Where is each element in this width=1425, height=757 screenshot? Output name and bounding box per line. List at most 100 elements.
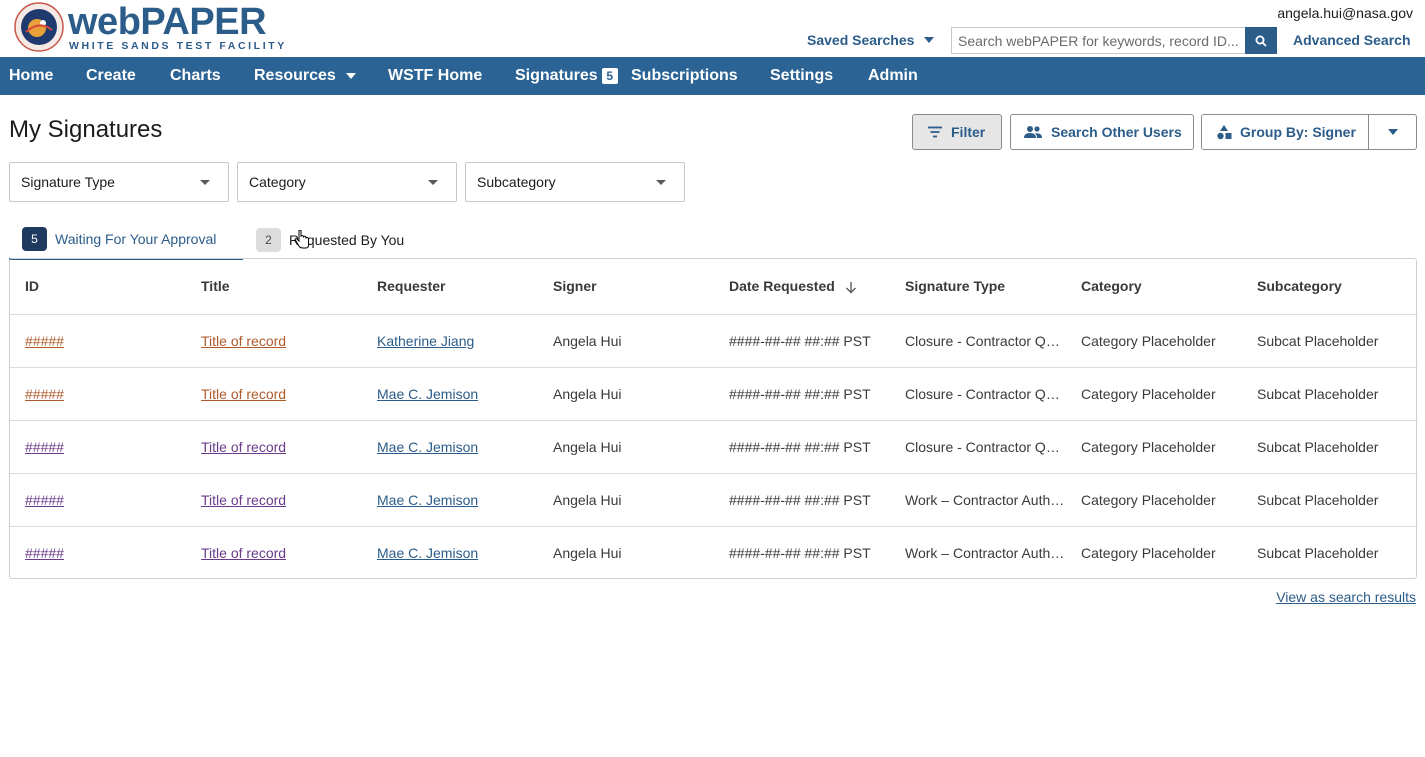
- logo-wordmark: webPAPER: [68, 1, 267, 43]
- sort-descending-icon: [845, 282, 856, 294]
- id-link[interactable]: #####: [25, 545, 64, 561]
- column-header-subcategory[interactable]: Subcategory: [1242, 259, 1418, 315]
- id-link[interactable]: #####: [25, 439, 64, 455]
- column-header-date-requested[interactable]: Date Requested: [714, 259, 890, 315]
- signature-type-select[interactable]: Signature Type: [9, 162, 229, 202]
- nav-item-settings[interactable]: Settings: [770, 57, 833, 95]
- id-link[interactable]: #####: [25, 333, 64, 349]
- wstf-seal-icon: [14, 2, 64, 52]
- cell-title: Title of record: [186, 420, 362, 474]
- search-button[interactable]: [1245, 27, 1277, 54]
- title-link[interactable]: Title of record: [201, 492, 286, 508]
- subcategory-select[interactable]: Subcategory: [465, 162, 685, 202]
- view-as-search-results-link[interactable]: View as search results: [1276, 589, 1416, 605]
- nav-item-subscriptions[interactable]: Subscriptions: [631, 57, 738, 95]
- id-link[interactable]: #####: [25, 492, 64, 508]
- cell-date: ####-##-## ##:## PST: [714, 367, 890, 421]
- table-row[interactable]: ##### Title of record Mae C. Jemison Angela…: [10, 367, 1418, 421]
- search-other-users-button[interactable]: Search Other Users: [1010, 114, 1194, 150]
- requester-link[interactable]: Mae C. Jemison: [377, 439, 478, 455]
- nav-item-wstf-home[interactable]: WSTF Home: [388, 57, 482, 95]
- caret-down-icon: [345, 73, 356, 79]
- cell-id: #####: [10, 367, 186, 421]
- tab-waiting-for-approval[interactable]: 5 Waiting For Your Approval: [9, 220, 243, 260]
- title-link[interactable]: Title of record: [201, 386, 286, 402]
- column-header-requester[interactable]: Requester: [362, 259, 538, 315]
- tab-count-badge: 2: [256, 228, 281, 252]
- cell-signature-type: Closure - Contractor Qua...: [890, 420, 1066, 474]
- table-body: ##### Title of record Katherine Jiang Angel…: [10, 314, 1418, 579]
- signatures-count-badge: 5: [601, 68, 618, 84]
- saved-searches-dropdown[interactable]: Saved Searches: [807, 32, 935, 48]
- column-header-signer[interactable]: Signer: [538, 259, 714, 315]
- app-header: webPAPER WHITE SANDS TEST FACILITY angel…: [0, 0, 1425, 57]
- nav-item-label: Signatures: [515, 67, 598, 84]
- group-by-dropdown-toggle[interactable]: [1368, 114, 1417, 150]
- cell-title: Title of record: [186, 367, 362, 421]
- nav-item-label: Create: [86, 67, 136, 84]
- cell-signature-type: Work – Contractor Autho...: [905, 544, 1066, 561]
- column-header-label: Date Requested: [729, 278, 835, 295]
- table-row[interactable]: ##### Title of record Mae C. Jemison Angela…: [10, 473, 1418, 527]
- cell-subcategory: Subcat Placeholder: [1242, 420, 1418, 474]
- title-link[interactable]: Title of record: [201, 333, 286, 349]
- cell-requester: Katherine Jiang: [362, 314, 538, 368]
- requester-link[interactable]: Mae C. Jemison: [377, 386, 478, 402]
- user-email[interactable]: angela.hui@nasa.gov: [1277, 5, 1413, 21]
- requester-link[interactable]: Mae C. Jemison: [377, 545, 478, 561]
- title-link[interactable]: Title of record: [201, 439, 286, 455]
- cell-signer: Angela Hui: [538, 314, 714, 368]
- nav-item-home[interactable]: Home: [9, 57, 53, 95]
- tab-requested-by-you[interactable]: 2 Requested By You: [256, 220, 404, 260]
- cell-subcategory: Subcat Placeholder: [1257, 544, 1379, 561]
- table-row[interactable]: ##### Title of record Katherine Jiang Angel…: [10, 314, 1418, 368]
- id-link[interactable]: #####: [25, 386, 64, 402]
- cell-id: #####: [10, 314, 186, 368]
- category-select[interactable]: Category: [237, 162, 457, 202]
- cell-id: #####: [10, 420, 186, 474]
- search-input[interactable]: [951, 27, 1245, 54]
- column-header-id[interactable]: ID: [10, 259, 186, 315]
- requester-link[interactable]: Katherine Jiang: [377, 333, 474, 349]
- filter-button[interactable]: Filter: [912, 114, 1002, 150]
- webpaper-logo[interactable]: webPAPER WHITE SANDS TEST FACILITY: [14, 1, 284, 54]
- nav-item-create[interactable]: Create: [86, 57, 136, 95]
- column-header-title[interactable]: Title: [186, 259, 362, 315]
- column-header-signature-type[interactable]: Signature Type: [890, 259, 1066, 315]
- cell-signer: Angela Hui: [538, 420, 714, 474]
- people-icon: [1024, 126, 1042, 138]
- caret-down-icon: [1387, 129, 1398, 135]
- nav-item-charts[interactable]: Charts: [170, 57, 221, 95]
- category-value: Category: [249, 174, 306, 190]
- nav-item-label: Admin: [868, 67, 918, 84]
- nav-item-label: Home: [9, 67, 54, 84]
- filter-icon: [928, 126, 942, 138]
- table-row[interactable]: ##### Title of record Mae C. Jemison Angela…: [10, 420, 1418, 474]
- nav-item-resources[interactable]: Resources: [254, 57, 356, 95]
- nav-item-label: Subscriptions: [631, 67, 738, 84]
- signature-tabs: 5 Waiting For Your Approval 2 Requested …: [9, 220, 1417, 260]
- search-icon: [1255, 35, 1267, 47]
- cell-category: Category Placeholder: [1081, 544, 1216, 561]
- cell-requester: Mae C. Jemison: [362, 473, 538, 527]
- group-by-label: Group By: Signer: [1240, 124, 1356, 140]
- main-nav: Home Create Charts Resources WSTF Home S…: [0, 57, 1425, 95]
- nav-item-label: Resources: [254, 67, 336, 84]
- nav-item-label: Settings: [770, 67, 834, 84]
- subcategory-value: Subcategory: [477, 174, 556, 190]
- nav-item-admin[interactable]: Admin: [868, 57, 918, 95]
- cell-requester: Mae C. Jemison: [362, 367, 538, 421]
- cell-signer: Angela Hui: [538, 473, 714, 527]
- requester-link[interactable]: Mae C. Jemison: [377, 492, 478, 508]
- page-title: My Signatures: [9, 116, 163, 143]
- title-link[interactable]: Title of record: [201, 545, 286, 561]
- cell-category: Category Placeholder: [1066, 473, 1242, 527]
- cell-date: ####-##-## ##:## PST: [714, 420, 890, 474]
- nav-item-signatures[interactable]: Signatures 5: [515, 57, 618, 95]
- table-row[interactable]: ##### Title of record Mae C. Jemison Angela…: [10, 526, 1418, 579]
- advanced-search-link[interactable]: Advanced Search: [1293, 32, 1411, 48]
- cell-id: #####: [10, 473, 186, 527]
- group-by-button[interactable]: Group By: Signer: [1201, 114, 1369, 150]
- cell-date: ####-##-## ##:## PST: [714, 314, 890, 368]
- column-header-category[interactable]: Category: [1066, 259, 1242, 315]
